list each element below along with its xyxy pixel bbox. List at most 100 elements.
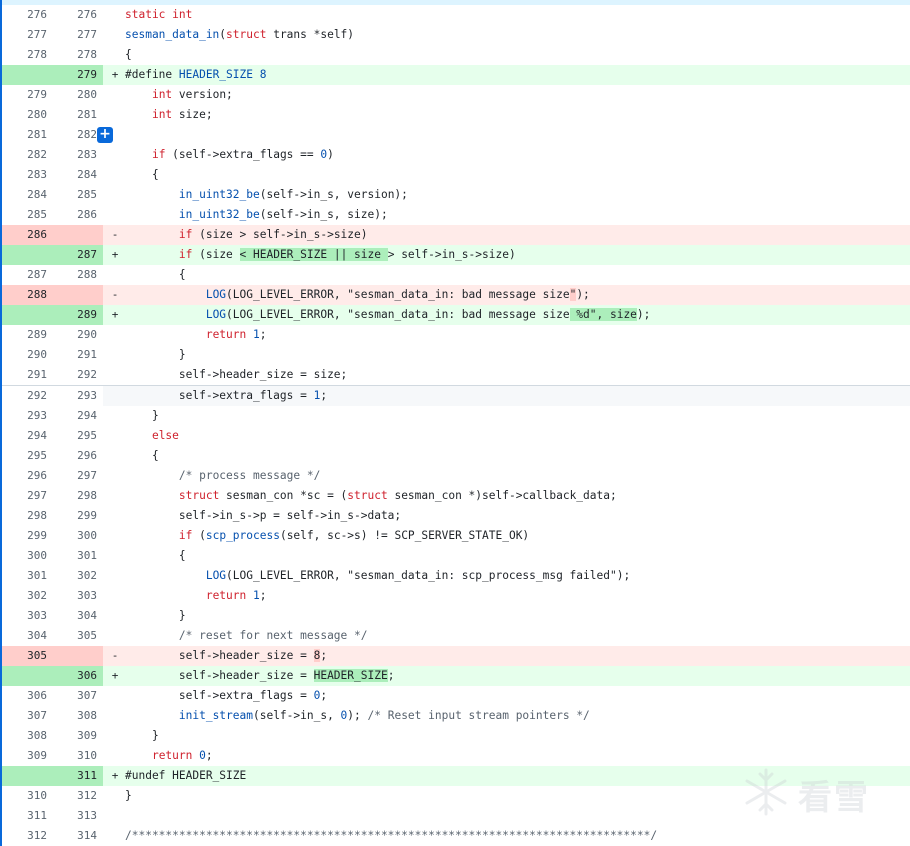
new-line-number[interactable]: 295	[52, 426, 97, 446]
new-line-number[interactable]: 286	[52, 205, 97, 225]
new-line-number[interactable]: 278	[52, 45, 97, 65]
line-number-gutter: 308 309	[2, 726, 103, 746]
diff-row: 282 283 if (self->extra_flags == 0)	[2, 145, 910, 165]
old-line-number[interactable]: 298	[2, 506, 47, 526]
old-line-number[interactable]: 312	[2, 826, 47, 846]
new-line-number[interactable]: 310	[52, 746, 97, 766]
new-line-number[interactable]: 304	[52, 606, 97, 626]
old-line-number[interactable]: 296	[2, 466, 47, 486]
old-line-number[interactable]: 294	[2, 426, 47, 446]
old-line-number[interactable]	[2, 65, 47, 85]
new-line-number[interactable]: 307	[52, 686, 97, 706]
old-line-number[interactable]: 276	[2, 5, 47, 25]
old-line-number[interactable]: 304	[2, 626, 47, 646]
old-line-number[interactable]: 307	[2, 706, 47, 726]
new-line-number[interactable]: 289	[52, 305, 97, 325]
old-line-number[interactable]: 282	[2, 145, 47, 165]
new-line-number[interactable]: 306	[52, 666, 97, 686]
old-line-number[interactable]: 292	[2, 386, 47, 406]
new-line-number[interactable]: 284	[52, 165, 97, 185]
old-line-number[interactable]: 299	[2, 526, 47, 546]
diff-row: 304 305 /* reset for next message */	[2, 626, 910, 646]
old-line-number[interactable]	[2, 666, 47, 686]
new-line-number[interactable]: 300	[52, 526, 97, 546]
old-line-number[interactable]: 288	[2, 285, 47, 305]
old-line-number[interactable]: 302	[2, 586, 47, 606]
new-line-number[interactable]: 299	[52, 506, 97, 526]
code-line: self->header_size = 8;	[103, 646, 910, 666]
old-line-number[interactable]: 281	[2, 125, 47, 145]
new-line-number[interactable]: 279	[52, 65, 97, 85]
new-line-number[interactable]: 288	[52, 265, 97, 285]
new-line-number[interactable]: 294	[52, 406, 97, 426]
old-line-number[interactable]	[2, 245, 47, 265]
new-line-number[interactable]: 308	[52, 706, 97, 726]
new-line-number[interactable]: 287	[52, 245, 97, 265]
new-line-number[interactable]: 290	[52, 325, 97, 345]
old-line-number[interactable]: 300	[2, 546, 47, 566]
old-line-number[interactable]: 291	[2, 365, 47, 385]
old-line-number[interactable]	[2, 766, 47, 786]
diff-row: 307 308 init_stream(self->in_s, 0); /* Re…	[2, 706, 910, 726]
old-line-number[interactable]: 295	[2, 446, 47, 466]
new-line-number[interactable]	[52, 646, 97, 666]
new-line-number[interactable]: 296	[52, 446, 97, 466]
add-comment-button[interactable]: +	[97, 127, 113, 143]
new-line-number[interactable]: 297	[52, 466, 97, 486]
new-line-number[interactable]: 309	[52, 726, 97, 746]
old-line-number[interactable]: 287	[2, 265, 47, 285]
new-line-number[interactable]: 277	[52, 25, 97, 45]
new-line-number[interactable]: 301	[52, 546, 97, 566]
old-line-number[interactable]: 309	[2, 746, 47, 766]
new-line-number[interactable]: 292	[52, 365, 97, 385]
old-line-number[interactable]: 284	[2, 185, 47, 205]
old-line-number[interactable]: 283	[2, 165, 47, 185]
old-line-number[interactable]: 311	[2, 806, 47, 826]
new-line-number[interactable]: 314	[52, 826, 97, 846]
old-line-number[interactable]: 289	[2, 325, 47, 345]
old-line-number[interactable]: 290	[2, 345, 47, 365]
new-line-number[interactable]	[52, 225, 97, 245]
new-line-number[interactable]: 276	[52, 5, 97, 25]
line-number-gutter: 294 295	[2, 426, 103, 446]
old-line-number[interactable]: 285	[2, 205, 47, 225]
old-line-number[interactable]	[2, 305, 47, 325]
new-line-number[interactable]: 293	[52, 386, 97, 406]
new-line-number[interactable]: 313	[52, 806, 97, 826]
new-line-number[interactable]: 282	[52, 125, 97, 145]
code-line: {	[103, 546, 910, 566]
code-token: 8	[259, 68, 267, 81]
diff-row: 300 301 {	[2, 546, 910, 566]
old-line-number[interactable]: 306	[2, 686, 47, 706]
new-line-number[interactable]: 311	[52, 766, 97, 786]
old-line-number[interactable]: 310	[2, 786, 47, 806]
new-line-number[interactable]: 298	[52, 486, 97, 506]
new-line-number[interactable]: 312	[52, 786, 97, 806]
old-line-number[interactable]: 301	[2, 566, 47, 586]
code-token: struct	[347, 489, 388, 502]
old-line-number[interactable]: 277	[2, 25, 47, 45]
new-line-number[interactable]: 305	[52, 626, 97, 646]
old-line-number[interactable]: 308	[2, 726, 47, 746]
new-line-number[interactable]: 281	[52, 105, 97, 125]
old-line-number[interactable]: 305	[2, 646, 47, 666]
code-token: );	[636, 308, 651, 321]
new-line-number[interactable]: 303	[52, 586, 97, 606]
code-token: ;	[205, 749, 213, 762]
new-line-number[interactable]: 283	[52, 145, 97, 165]
new-line-number[interactable]: 291	[52, 345, 97, 365]
new-line-number[interactable]: 280	[52, 85, 97, 105]
new-line-number[interactable]: 302	[52, 566, 97, 586]
new-line-number[interactable]: 285	[52, 185, 97, 205]
old-line-number[interactable]: 303	[2, 606, 47, 626]
old-line-number[interactable]: 293	[2, 406, 47, 426]
new-line-number[interactable]	[52, 285, 97, 305]
code-line: struct sesman_con *sc = (struct sesman_c…	[103, 486, 910, 506]
old-line-number[interactable]: 280	[2, 105, 47, 125]
old-line-number[interactable]: 286	[2, 225, 47, 245]
old-line-number[interactable]: 279	[2, 85, 47, 105]
code-line: }	[103, 786, 910, 806]
old-line-number[interactable]: 278	[2, 45, 47, 65]
old-line-number[interactable]: 297	[2, 486, 47, 506]
